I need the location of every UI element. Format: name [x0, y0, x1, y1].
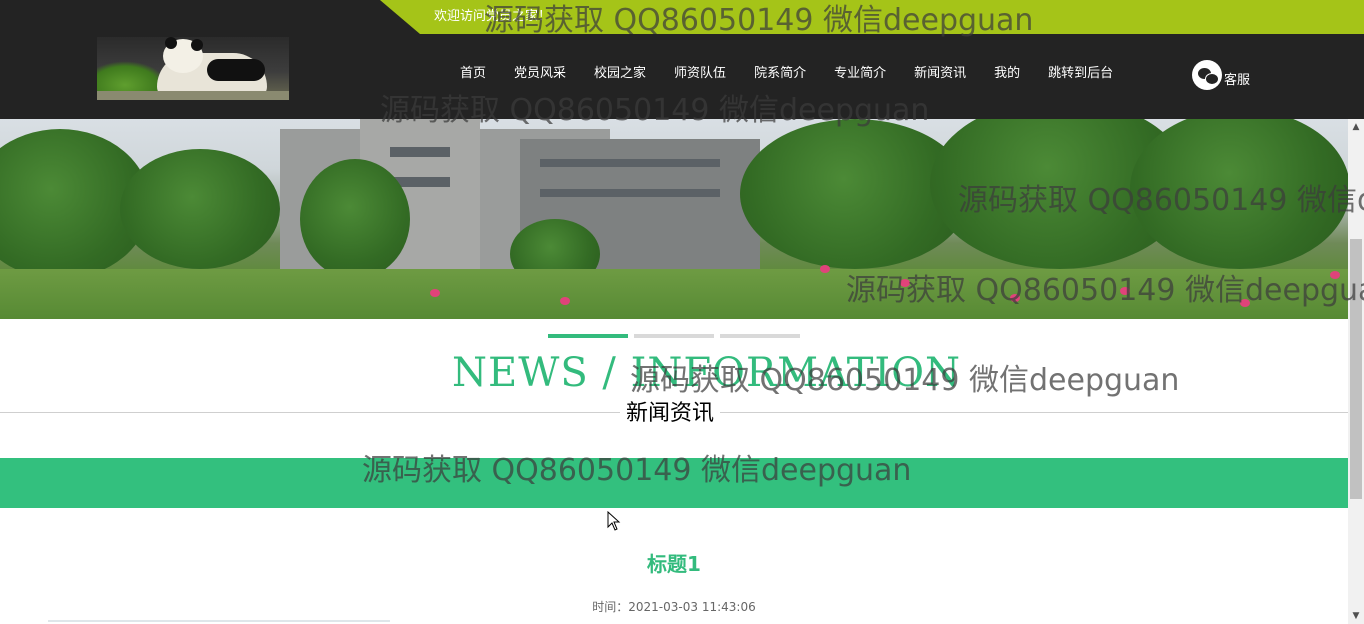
welcome-text: 欢迎访问党员之家！ — [434, 9, 552, 24]
scroll-down-icon[interactable]: ▼ — [1348, 608, 1364, 624]
site-logo[interactable] — [97, 37, 289, 100]
hero-banner — [0, 119, 1348, 319]
wechat-icon — [1192, 60, 1222, 90]
nav-mine[interactable]: 我的 — [994, 64, 1020, 84]
content-divider — [48, 620, 390, 622]
scroll-thumb[interactable] — [1350, 239, 1362, 499]
mouse-cursor-icon — [607, 511, 621, 531]
banner-indicator-3[interactable] — [720, 334, 800, 338]
page-scrollbar[interactable]: ▲ ▼ — [1348, 119, 1364, 624]
scroll-up-icon[interactable]: ▲ — [1348, 119, 1364, 135]
section-title-cn: 新闻资讯 — [620, 401, 721, 427]
nav-news[interactable]: 新闻资讯 — [914, 64, 966, 84]
nav-faculty[interactable]: 师资队伍 — [674, 64, 726, 84]
nav-departments[interactable]: 院系简介 — [754, 64, 806, 84]
nav-home[interactable]: 首页 — [460, 64, 486, 84]
customer-service-button[interactable]: 客服 — [1192, 58, 1250, 90]
section-title-en: NEWS / INFORMATION — [452, 350, 962, 396]
nav-campus-home[interactable]: 校园之家 — [594, 64, 646, 84]
nav-member-style[interactable]: 党员风采 — [514, 64, 566, 84]
green-band — [0, 458, 1348, 508]
article-title[interactable]: 标题1 — [0, 551, 1348, 577]
nav-backend[interactable]: 跳转到后台 — [1048, 64, 1113, 84]
nav-majors[interactable]: 专业简介 — [834, 64, 886, 84]
service-label: 客服 — [1224, 73, 1251, 88]
banner-indicators — [548, 334, 800, 338]
banner-indicator-2[interactable] — [634, 334, 714, 338]
main-nav: 首页 党员风采 校园之家 师资队伍 院系简介 专业简介 新闻资讯 我的 跳转到后… — [460, 64, 1141, 84]
top-header: 欢迎访问党员之家！ 首页 党员风采 校园之家 师资队伍 院系简介 专业简介 新闻… — [0, 0, 1364, 119]
article-time: 时间：2021-03-03 11:43:06 — [592, 600, 756, 614]
banner-indicator-1[interactable] — [548, 334, 628, 338]
